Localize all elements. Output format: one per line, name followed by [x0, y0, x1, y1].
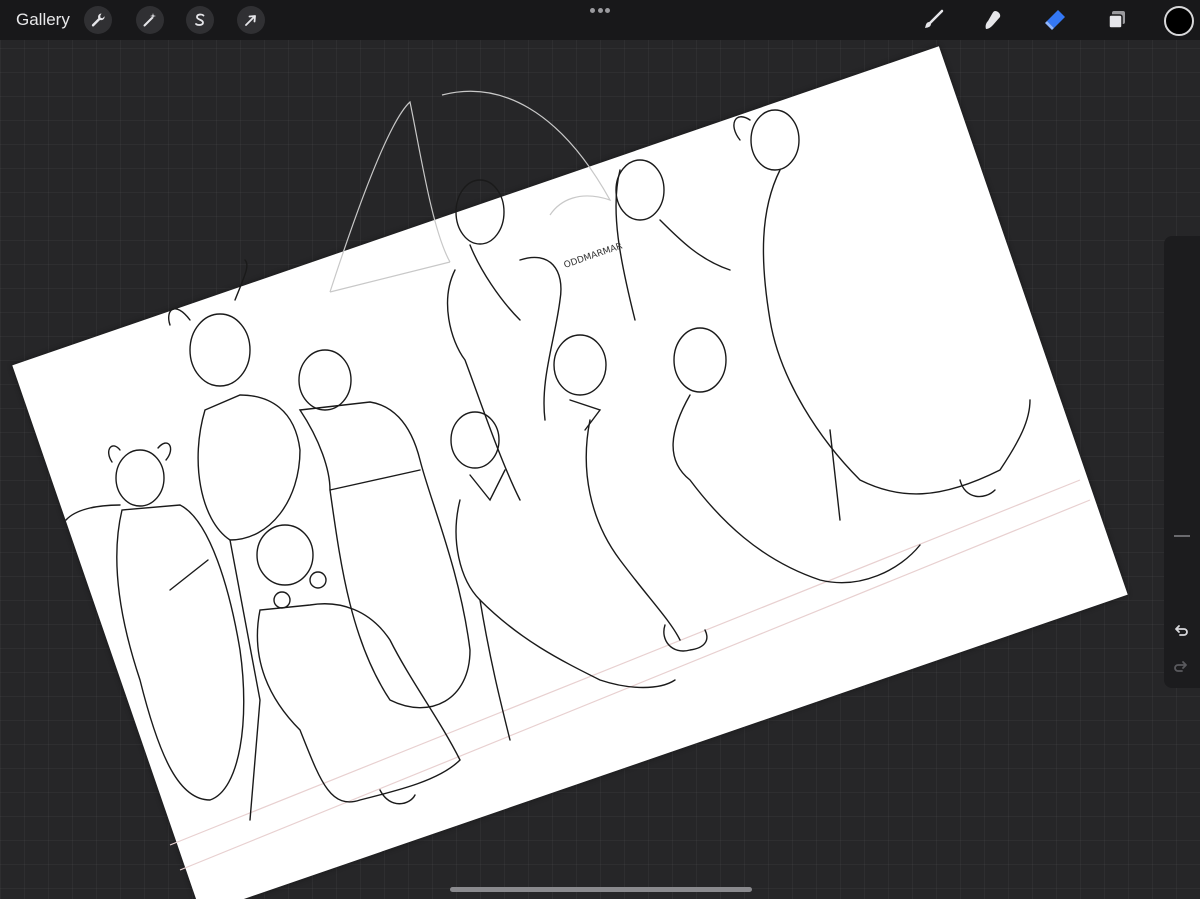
dot-icon — [590, 8, 595, 13]
brush-icon — [925, 9, 944, 28]
layers-tool[interactable] — [1103, 6, 1131, 34]
eraser-icon — [1045, 10, 1065, 30]
more-options-handle[interactable] — [590, 8, 610, 14]
home-indicator[interactable] — [450, 887, 752, 892]
slider-divider — [1174, 535, 1190, 537]
dot-icon — [597, 8, 603, 13]
transform-arrow-icon — [245, 15, 256, 26]
undo-icon — [1175, 625, 1188, 636]
redo-icon — [1174, 661, 1187, 672]
eraser-tool[interactable] — [1041, 6, 1069, 34]
drawing-canvas[interactable] — [12, 46, 1128, 899]
magic-wand-icon — [143, 13, 156, 27]
adjustments-wand-button[interactable] — [136, 6, 164, 34]
paint-brush-tool[interactable] — [919, 6, 947, 34]
smudge-icon — [985, 11, 1001, 29]
wrench-icon — [91, 13, 105, 27]
color-picker-swatch[interactable] — [1164, 6, 1194, 36]
transform-button[interactable] — [237, 6, 265, 34]
gallery-button[interactable]: Gallery — [16, 10, 70, 30]
selection-s-icon — [195, 13, 205, 26]
top-toolbar: Gallery — [0, 0, 1200, 40]
dot-icon — [605, 8, 610, 13]
layers-icon — [1108, 11, 1125, 29]
smudge-tool[interactable] — [979, 6, 1007, 34]
undo-button[interactable] — [1170, 620, 1192, 642]
redo-button[interactable] — [1170, 656, 1192, 678]
procreate-app: Gallery ODDMARMAR — [0, 0, 1200, 899]
selection-button[interactable] — [186, 6, 214, 34]
actions-wrench-button[interactable] — [84, 6, 112, 34]
